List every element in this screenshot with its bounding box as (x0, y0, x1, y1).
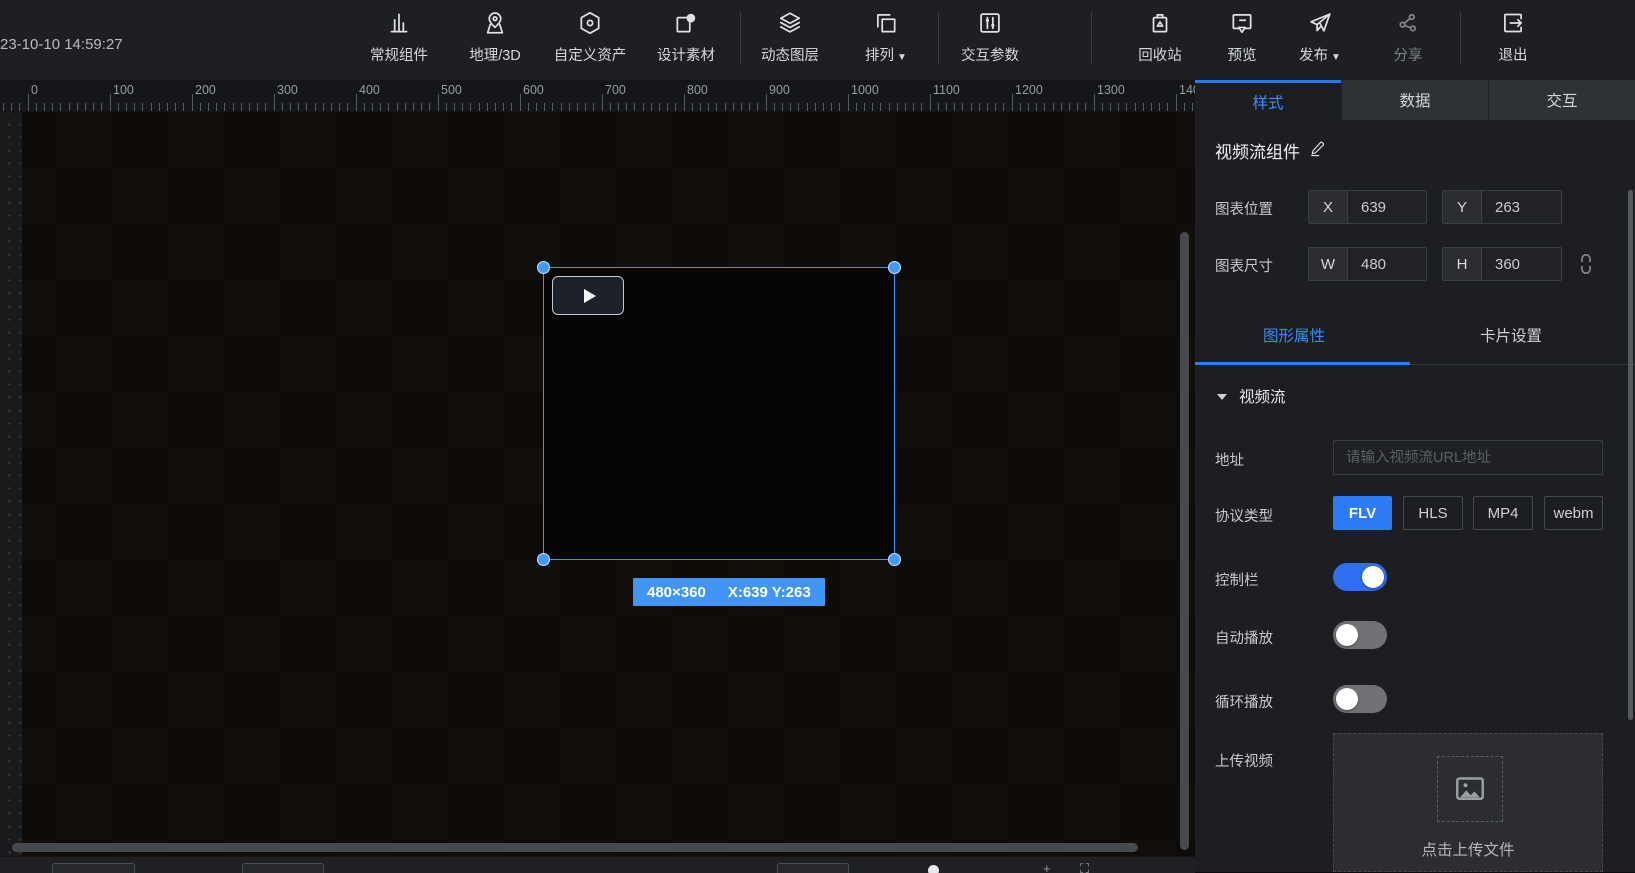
autoplay-label: 自动播放 (1215, 627, 1273, 648)
resize-handle-bottom-right[interactable] (888, 553, 901, 566)
toolbar-separator (740, 12, 741, 64)
upload-dropzone[interactable]: 点击上传文件 (1333, 733, 1603, 872)
arrange-icon (838, 8, 934, 38)
toolbar-item-dynamic-layers[interactable]: 动态图层 (742, 8, 838, 65)
play-icon (584, 289, 596, 303)
active-subtab-underline (1195, 362, 1410, 365)
toolbar-item-arrange[interactable]: 排列▼ (838, 8, 934, 65)
ruler-label: 1100 (933, 83, 960, 97)
ruler-label: 700 (605, 83, 626, 97)
ruler-label: 600 (523, 83, 544, 97)
top-toolbar: 23-10-10 14:59:27 常规组件 地理/3D 自定义资产 设计素材 … (0, 0, 1635, 80)
subtab-graphic-properties[interactable]: 图形属性 (1263, 324, 1325, 346)
video-stream-section-header[interactable]: 视频流 (1217, 385, 1286, 407)
ruler: 0 100 200 300 400 500 600 700 800 900 1000 1100 1200… (0, 80, 1195, 113)
resize-handle-top-left[interactable] (537, 261, 550, 274)
resize-handle-bottom-left[interactable] (537, 553, 550, 566)
chevron-down-icon: ▼ (1331, 52, 1341, 63)
collapse-triangle-icon (1217, 394, 1227, 400)
toolbar-separator (938, 12, 939, 64)
publish-icon (1272, 8, 1368, 38)
selected-video-component[interactable] (543, 267, 895, 560)
toolbar-item-publish[interactable]: 发布▼ (1272, 8, 1368, 65)
protocol-mp4-button[interactable]: MP4 (1473, 496, 1533, 530)
protocol-hls-button[interactable]: HLS (1403, 496, 1463, 530)
protocol-webm-button[interactable]: webm (1544, 496, 1603, 530)
toolbar-item-share[interactable]: 分享 (1360, 8, 1456, 65)
bar-chart-icon (351, 8, 447, 38)
toolbar-separator (1460, 12, 1461, 64)
loop-label: 循环播放 (1215, 691, 1273, 712)
ruler-label: 100 (113, 83, 134, 97)
ruler-label: 200 (195, 83, 216, 97)
sub-tabs: 图形属性 卡片设置 (1195, 318, 1635, 365)
canvas[interactable]: 480×360X:639 Y:263 (0, 112, 1195, 856)
unlink-ratio-icon[interactable] (1578, 252, 1594, 281)
toolbar-item-geo3d[interactable]: 地理/3D (447, 8, 543, 65)
image-placeholder-icon (1437, 756, 1503, 822)
canvas-vertical-scrollbar[interactable] (1180, 232, 1189, 850)
layers-icon (742, 8, 838, 38)
ruler-label: 300 (277, 83, 298, 97)
bottom-bar: + ⛶ (0, 856, 1195, 873)
hexagon-asset-icon (542, 8, 638, 38)
design-material-icon (638, 8, 734, 38)
play-button[interactable] (552, 276, 624, 315)
ruler-label: 900 (769, 83, 790, 97)
selection-size-badge: 480×360X:639 Y:263 (633, 578, 825, 606)
ruler-label: 1200 (1015, 83, 1043, 97)
y-position-field[interactable]: Y 263 (1442, 190, 1562, 224)
video-url-input[interactable] (1333, 440, 1603, 475)
protocol-flv-button[interactable]: FLV (1333, 496, 1392, 530)
panel-scrollbar[interactable] (1628, 190, 1633, 720)
size-label: 图表尺寸 (1215, 255, 1273, 276)
control-bar-label: 控制栏 (1215, 569, 1259, 590)
zoom-in-icon[interactable]: + (1043, 861, 1051, 873)
toolbar-item-custom-assets[interactable]: 自定义资产 (542, 8, 638, 65)
ruler-label: 1000 (851, 83, 879, 97)
dot-grid-strip (0, 112, 22, 856)
address-label: 地址 (1215, 449, 1244, 470)
height-field[interactable]: H 360 (1442, 247, 1562, 281)
timestamp: 23-10-10 14:59:27 (0, 36, 123, 53)
tab-interaction[interactable]: 交互 (1488, 80, 1635, 120)
panel-tabs: 样式 数据 交互 (1195, 80, 1635, 120)
toolbar-item-exit[interactable]: 退出 (1465, 8, 1561, 65)
properties-panel: 样式 数据 交互 视频流组件 图表位置 X 639 Y 263 图表尺寸 W 4… (1195, 80, 1635, 872)
toolbar-separator (1091, 12, 1092, 64)
map-pin-icon (447, 8, 543, 38)
tab-data[interactable]: 数据 (1341, 80, 1488, 120)
exit-icon (1465, 8, 1561, 38)
control-bar-toggle[interactable] (1333, 563, 1387, 591)
tab-style[interactable]: 样式 (1195, 80, 1341, 120)
ruler-label: 500 (441, 83, 462, 97)
toolbar-item-components[interactable]: 常规组件 (351, 8, 447, 65)
ruler-label: 1300 (1097, 83, 1125, 97)
share-icon (1360, 8, 1456, 38)
chevron-down-icon: ▼ (897, 52, 907, 63)
position-label: 图表位置 (1215, 198, 1273, 219)
ruler-label: 0 (31, 83, 38, 97)
ruler-label: 800 (687, 83, 708, 97)
protocol-label: 协议类型 (1215, 505, 1273, 526)
toolbar-item-design-material[interactable]: 设计素材 (638, 8, 734, 65)
width-field[interactable]: W 480 (1308, 247, 1427, 281)
ruler-label: 400 (359, 83, 380, 97)
toolbar-item-interaction-params[interactable]: 交互参数 (942, 8, 1038, 65)
loop-toggle[interactable] (1333, 685, 1387, 713)
component-title: 视频流组件 (1215, 138, 1327, 163)
autoplay-toggle[interactable] (1333, 621, 1387, 649)
upload-hint-text: 点击上传文件 (1334, 838, 1602, 860)
x-position-field[interactable]: X 639 (1308, 190, 1427, 224)
resize-handle-top-right[interactable] (888, 261, 901, 274)
upload-video-label: 上传视频 (1215, 750, 1273, 771)
fullscreen-icon[interactable]: ⛶ (1080, 861, 1089, 873)
subtab-card-settings[interactable]: 卡片设置 (1480, 324, 1542, 346)
canvas-horizontal-scrollbar[interactable] (12, 843, 1138, 852)
edit-pencil-icon[interactable] (1309, 139, 1327, 162)
sliders-icon (942, 8, 1038, 38)
